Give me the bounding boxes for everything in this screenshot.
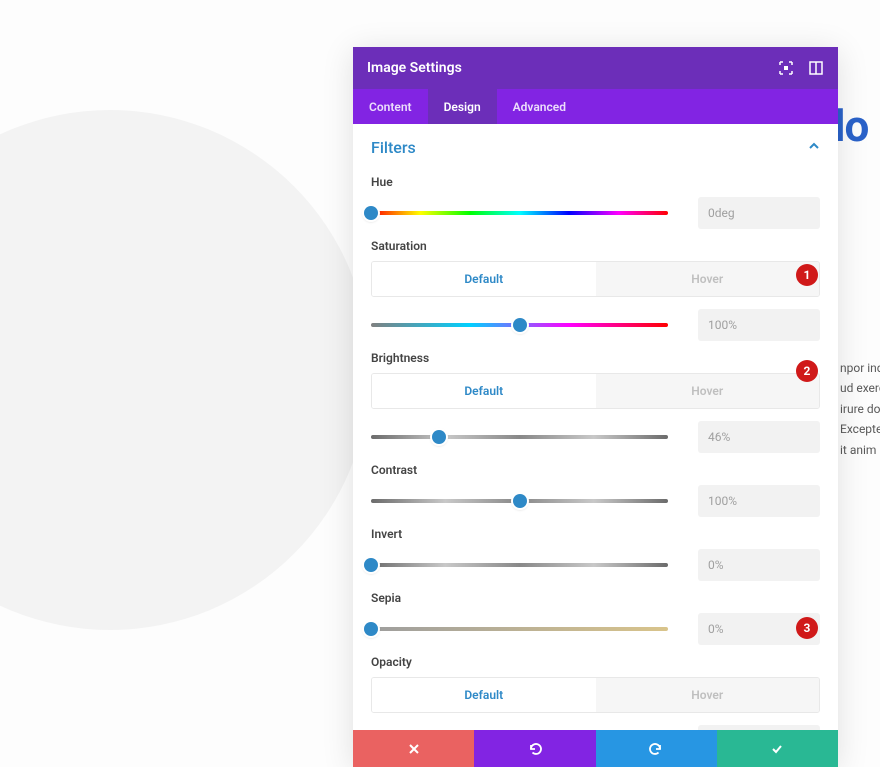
panel-title: Image Settings [367, 60, 764, 76]
background-circle [0, 110, 370, 630]
tabs: Content Design Advanced [353, 89, 838, 124]
opacity-control: Opacity DefaultHover 3% [371, 655, 820, 730]
saturation-slider[interactable] [371, 314, 668, 336]
saturation-slider-thumb[interactable] [513, 318, 527, 332]
opacity-segment: DefaultHover [371, 677, 820, 713]
brightness-segment: DefaultHover [371, 373, 820, 409]
brightness-segment-hover[interactable]: Hover [596, 374, 820, 408]
redo-button[interactable] [596, 730, 717, 767]
saturation-control: Saturation DefaultHover 100% [371, 239, 820, 341]
contrast-slider[interactable] [371, 490, 668, 512]
hue-value[interactable]: 0deg [698, 197, 820, 229]
cancel-button[interactable] [353, 730, 474, 767]
hue-control: Hue 0deg [371, 175, 820, 229]
annotation-2: 2 [796, 360, 818, 382]
brightness-value[interactable]: 46% [698, 421, 820, 453]
save-button[interactable] [717, 730, 838, 767]
tab-advanced[interactable]: Advanced [497, 89, 582, 124]
columns-icon[interactable] [808, 60, 824, 76]
invert-slider[interactable] [371, 554, 668, 576]
brightness-slider[interactable] [371, 426, 668, 448]
opacity-segment-hover[interactable]: Hover [596, 678, 820, 712]
panel-header: Image Settings [353, 47, 838, 89]
invert-label: Invert [371, 527, 820, 541]
sepia-control: Sepia0% [371, 591, 820, 645]
panel-body[interactable]: Hue0degSaturationDefaultHover100%Brightn… [353, 165, 838, 730]
undo-button[interactable] [474, 730, 595, 767]
contrast-label: Contrast [371, 463, 820, 477]
annotation-3: 3 [796, 617, 818, 639]
annotation-1: 1 [796, 264, 818, 286]
saturation-segment: DefaultHover [371, 261, 820, 297]
expand-icon[interactable] [778, 60, 794, 76]
opacity-segment-default[interactable]: Default [372, 678, 596, 712]
contrast-value[interactable]: 100% [698, 485, 820, 517]
sepia-slider[interactable] [371, 618, 668, 640]
saturation-segment-default[interactable]: Default [372, 262, 596, 296]
brightness-slider-thumb[interactable] [432, 430, 446, 444]
chevron-up-icon[interactable] [808, 140, 820, 155]
opacity-label: Opacity [371, 655, 820, 669]
tab-design[interactable]: Design [428, 89, 497, 124]
tab-content[interactable]: Content [353, 89, 428, 124]
background-lorem: npor incid ud exerci irure do Excepteu i… [840, 358, 880, 460]
saturation-label: Saturation [371, 239, 820, 253]
contrast-slider-thumb[interactable] [513, 494, 527, 508]
panel-footer [353, 730, 838, 767]
invert-value[interactable]: 0% [698, 549, 820, 581]
sepia-label: Sepia [371, 591, 820, 605]
section-title: Filters [371, 138, 808, 157]
brightness-label: Brightness [371, 351, 820, 365]
saturation-value[interactable]: 100% [698, 309, 820, 341]
settings-panel: Image Settings Content Design Advanced F… [353, 47, 838, 767]
brightness-control: Brightness DefaultHover 46% [371, 351, 820, 453]
hue-slider-thumb[interactable] [364, 206, 378, 220]
section-header[interactable]: Filters [353, 124, 838, 165]
saturation-segment-hover[interactable]: Hover [596, 262, 820, 296]
contrast-control: Contrast 100% [371, 463, 820, 517]
brightness-segment-default[interactable]: Default [372, 374, 596, 408]
hue-slider[interactable] [371, 202, 668, 224]
hue-label: Hue [371, 175, 820, 189]
invert-control: Invert 0% [371, 527, 820, 581]
opacity-value[interactable]: 3% [698, 725, 820, 730]
invert-slider-thumb[interactable] [364, 558, 378, 572]
sepia-slider-thumb[interactable] [364, 622, 378, 636]
